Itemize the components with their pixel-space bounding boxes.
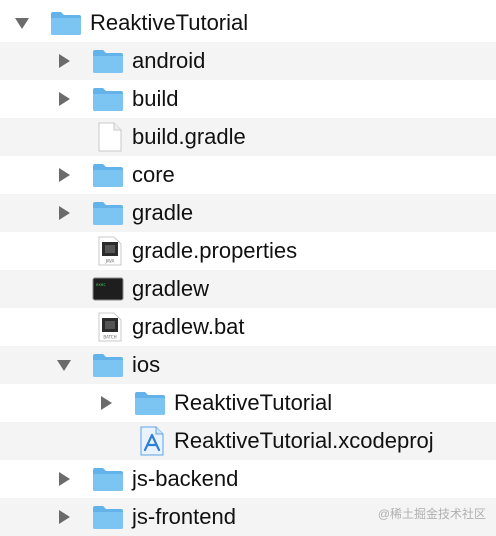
folder-icon — [135, 392, 165, 415]
tree-row-android[interactable]: android — [0, 42, 496, 80]
tree-row-core[interactable]: core — [0, 156, 496, 194]
watermark: @稀土掘金技术社区 — [377, 507, 486, 521]
tree-row-xcodeproj[interactable]: ReaktiveTutorial.xcodeproj — [0, 422, 496, 460]
java-file-icon: JAVA — [98, 236, 122, 266]
tree-row-root[interactable]: ReaktiveTutorial — [0, 4, 496, 42]
tree-row-label: ios — [132, 352, 161, 377]
batch-file-icon-text: BATCH — [103, 335, 116, 340]
disclosure-collapsed-icon[interactable] — [56, 91, 72, 107]
xcode-project-icon — [140, 426, 164, 456]
folder-icon — [93, 468, 123, 491]
disclosure-expanded-icon[interactable] — [14, 15, 30, 31]
tree-row-gradlew[interactable]: exec gradlew — [0, 270, 496, 308]
tree-row-label: gradle — [132, 200, 194, 225]
tree-row-ios[interactable]: ios — [0, 346, 496, 384]
tree-row-label: build — [132, 86, 179, 111]
tree-row-build-gradle[interactable]: build.gradle — [0, 118, 496, 156]
tree-row-label: ReaktiveTutorial — [90, 10, 249, 35]
disclosure-collapsed-icon[interactable] — [56, 53, 72, 69]
tree-row-label: gradle.properties — [132, 238, 298, 263]
tree-row-build[interactable]: build — [0, 80, 496, 118]
disclosure-collapsed-icon[interactable] — [56, 167, 72, 183]
document-icon — [98, 122, 122, 152]
tree-row-label: js-backend — [132, 466, 239, 491]
terminal-executable-icon: exec — [92, 277, 124, 301]
folder-icon — [93, 88, 123, 111]
tree-row-label: android — [132, 48, 206, 73]
folder-icon — [93, 506, 123, 529]
tree-row-label: gradlew — [132, 276, 210, 301]
folder-icon — [93, 202, 123, 225]
folder-icon — [51, 12, 81, 35]
tree-row-label: core — [132, 162, 175, 187]
tree-row-js-backend[interactable]: js-backend — [0, 460, 496, 498]
file-tree: ReaktiveTutorial android build build.gra… — [0, 4, 496, 536]
disclosure-collapsed-icon[interactable] — [98, 395, 114, 411]
folder-icon — [93, 164, 123, 187]
tree-row-gradle[interactable]: gradle — [0, 194, 496, 232]
disclosure-expanded-icon[interactable] — [56, 357, 72, 373]
terminal-executable-icon-text: exec — [96, 282, 106, 287]
tree-row-ios-reaktivetutorial[interactable]: ReaktiveTutorial — [0, 384, 496, 422]
tree-row-label: gradlew.bat — [132, 314, 245, 339]
tree-row-label: ReaktiveTutorial.xcodeproj — [174, 428, 434, 453]
batch-file-icon: BATCH — [98, 312, 122, 342]
disclosure-collapsed-icon[interactable] — [56, 509, 72, 525]
tree-row-gradle-properties[interactable]: JAVA gradle.properties — [0, 232, 496, 270]
tree-row-gradlew-bat[interactable]: BATCH gradlew.bat — [0, 308, 496, 346]
disclosure-collapsed-icon[interactable] — [56, 205, 72, 221]
tree-row-label: ReaktiveTutorial — [174, 390, 333, 415]
disclosure-collapsed-icon[interactable] — [56, 471, 72, 487]
java-file-icon-text: JAVA — [105, 259, 115, 264]
tree-row-label: js-frontend — [132, 504, 236, 529]
folder-icon — [93, 354, 123, 377]
folder-icon — [93, 50, 123, 73]
tree-row-label: build.gradle — [132, 124, 246, 149]
